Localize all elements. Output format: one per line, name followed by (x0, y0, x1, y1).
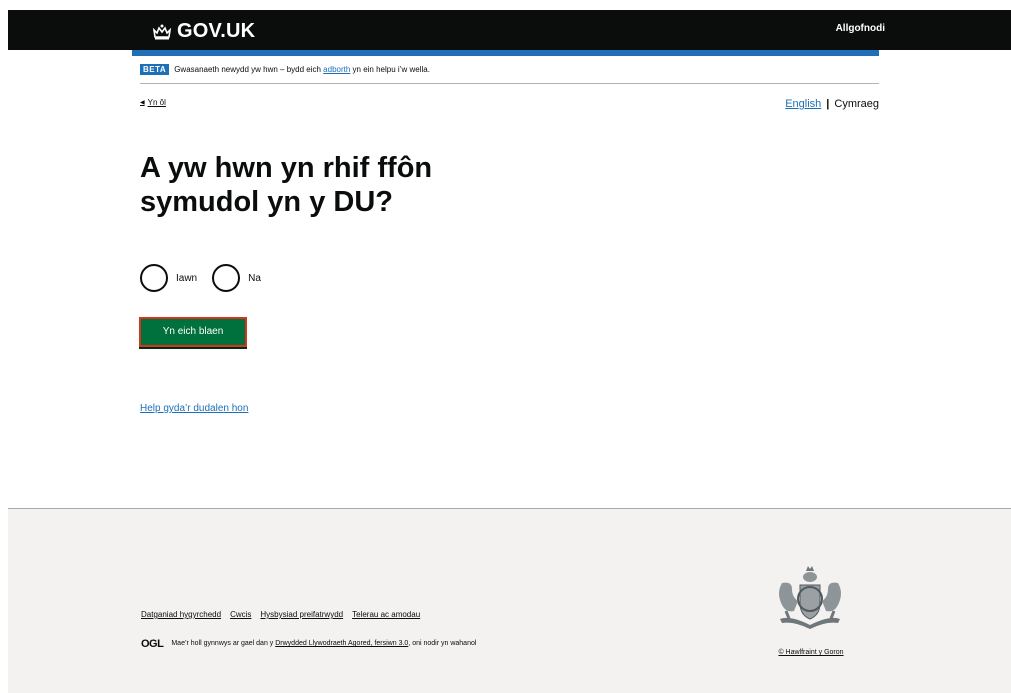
header-container: GOV.UK Allgofnodi (140, 10, 887, 50)
continue-button[interactable]: Yn eich blaen (139, 317, 247, 347)
language-english-link[interactable]: English (785, 98, 821, 110)
phase-text-before: Gwasanaeth newydd yw hwn – bydd eich (174, 65, 324, 74)
footer-links: Datganiad hygyrchedd Cwcis Hysbysiad pre… (141, 610, 429, 619)
ogl-text-before: Mae’r holl gynnwys ar gael dan y (171, 640, 276, 647)
feedback-link[interactable]: adborth (323, 65, 350, 74)
back-link[interactable]: ◀ Yn ôl (140, 98, 166, 107)
footer-link-privacy[interactable]: Hysbysiad preifatrwydd (260, 610, 343, 619)
back-link-label: Yn ôl (147, 98, 166, 107)
footer-link-terms[interactable]: Telerau ac amodau (352, 610, 420, 619)
footer-link-cookies[interactable]: Cwcis (230, 610, 251, 619)
phase-text-after: yn ein helpu i’w wella. (350, 65, 430, 74)
signout-link[interactable]: Allgofnodi (836, 23, 885, 34)
ogl-logo-icon: OGL (141, 638, 164, 650)
back-arrow-icon: ◀ (140, 100, 145, 106)
page-title: A yw hwn yn rhif ffôn symudol yn y DU? (140, 152, 433, 218)
crown-icon (152, 24, 172, 40)
phase-banner: BETA Gwasanaeth newydd yw hwn – bydd eic… (140, 64, 879, 84)
phase-banner-text: Gwasanaeth newydd yw hwn – bydd eich adb… (174, 64, 430, 75)
ogl-text-after: , oni nodir yn wahanol (408, 640, 477, 647)
radio-no-input[interactable] (212, 264, 241, 292)
radio-yes-input[interactable] (140, 264, 168, 292)
ogl-text: Mae’r holl gynnwys ar gael dan y Drwydde… (171, 638, 651, 649)
govuk-logo-link[interactable]: GOV.UK (152, 20, 255, 43)
radio-no-label[interactable]: Na (248, 273, 261, 284)
radio-option-no[interactable]: Na (212, 264, 261, 292)
crown-copyright-link[interactable]: © Hawlfraint y Goron (756, 649, 866, 656)
radio-group: Iawn Na (140, 264, 276, 292)
site-footer: Datganiad hygyrchedd Cwcis Hysbysiad pre… (8, 508, 1011, 693)
royal-coat-of-arms-icon (779, 566, 841, 629)
radio-yes-label[interactable]: Iawn (176, 273, 197, 284)
site-header: GOV.UK Allgofnodi (8, 10, 1011, 50)
beta-tag: BETA (140, 64, 170, 75)
radio-option-yes[interactable]: Iawn (140, 264, 197, 292)
footer-link-accessibility[interactable]: Datganiad hygyrchedd (141, 610, 221, 619)
ogl-licence-link[interactable]: Drwydded Llywodraeth Agored, fersiwn 3.0 (275, 640, 408, 647)
logo-text: GOV.UK (177, 20, 256, 42)
header-blue-stripe (132, 50, 879, 56)
language-separator: | (826, 98, 830, 110)
ogl-licence: OGL Mae’r holl gynnwys ar gael dan y Drw… (141, 638, 651, 650)
help-link[interactable]: Help gyda’r dudalen hon (140, 403, 248, 414)
language-toggle: English | Cymraeg (785, 98, 879, 110)
language-current: Cymraeg (834, 98, 879, 110)
